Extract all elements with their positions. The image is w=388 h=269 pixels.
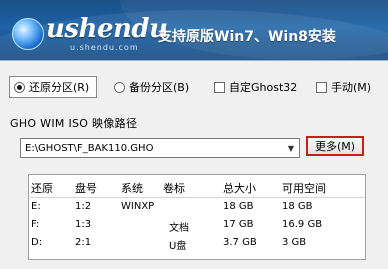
- table-row[interactable]: F: 1:3 文档 17 GB 16.9 GB: [29, 219, 365, 235]
- cell-restore: D:: [31, 237, 43, 248]
- checkbox-icon: [316, 81, 327, 93]
- cell-label: 文档: [169, 223, 189, 234]
- manual-option[interactable]: 手动(M): [316, 76, 371, 98]
- image-path-combobox[interactable]: E:\GHOST\F_BAK110.GHO ▼: [20, 138, 300, 158]
- cell-total-size: 3.7 GB: [223, 237, 257, 248]
- cell-free-space: 16.9 GB: [282, 219, 323, 230]
- table-row[interactable]: D: 2:1 U盘 3.7 GB 3 GB: [29, 237, 365, 253]
- cell-disk: 2:1: [75, 237, 92, 248]
- cell-restore: E:: [31, 201, 41, 212]
- column-header-free-space[interactable]: 可用空间: [282, 180, 326, 196]
- globe-icon: [12, 18, 44, 50]
- logo-subtext: u.shendu.com: [70, 43, 139, 52]
- cell-disk: 1:3: [75, 219, 92, 230]
- column-header-total-size[interactable]: 总大小: [223, 180, 256, 196]
- image-path-value: E:\GHOST\F_BAK110.GHO: [25, 142, 154, 154]
- column-header-label[interactable]: 卷标: [163, 180, 185, 196]
- cell-total-size: 18 GB: [223, 201, 254, 212]
- column-header-system[interactable]: 系统: [121, 180, 143, 196]
- backup-partition-label: 备份分区(B): [129, 81, 190, 94]
- table-row[interactable]: E: 1:2 WINXP 18 GB 18 GB: [29, 201, 365, 217]
- cell-free-space: 3 GB: [282, 237, 307, 248]
- image-path-label: GHO WIM ISO 映像路径: [10, 117, 138, 130]
- restore-partition-option[interactable]: 还原分区(R): [9, 76, 97, 98]
- chevron-down-icon[interactable]: ▼: [283, 139, 299, 157]
- more-button[interactable]: 更多(M): [306, 136, 364, 156]
- radio-selected-icon: [14, 81, 25, 93]
- cell-restore: F:: [31, 219, 40, 230]
- banner-slogan: 支持原版Win7、Win8安装: [158, 29, 336, 45]
- restore-partition-label: 还原分区(R): [29, 81, 90, 94]
- cell-disk: 1:2: [75, 201, 92, 212]
- manual-label: 手动(M): [331, 81, 372, 94]
- column-header-restore[interactable]: 还原: [31, 180, 53, 196]
- custom-ghost32-option[interactable]: 自定Ghost32: [214, 76, 297, 98]
- backup-partition-option[interactable]: 备份分区(B): [114, 76, 189, 98]
- checkbox-icon: [214, 81, 225, 93]
- radio-icon: [114, 81, 125, 93]
- table-header: 还原 盘号 系统 卷标 总大小 可用空间: [29, 175, 365, 198]
- custom-ghost32-label: 自定Ghost32: [229, 81, 298, 94]
- app-banner: ushendu u.shendu.com 支持原版Win7、Win8安装: [0, 0, 388, 60]
- app-logo: ushendu u.shendu.com: [8, 10, 168, 52]
- column-header-disk[interactable]: 盘号: [75, 180, 97, 196]
- cell-total-size: 17 GB: [223, 219, 254, 230]
- partition-table[interactable]: 还原 盘号 系统 卷标 总大小 可用空间 E: 1:2 WINXP 18 GB …: [28, 174, 366, 260]
- logo-text: ushendu: [46, 14, 168, 44]
- cell-system: WINXP: [121, 201, 155, 212]
- cell-label: U盘: [169, 241, 187, 252]
- cell-free-space: 18 GB: [282, 201, 313, 212]
